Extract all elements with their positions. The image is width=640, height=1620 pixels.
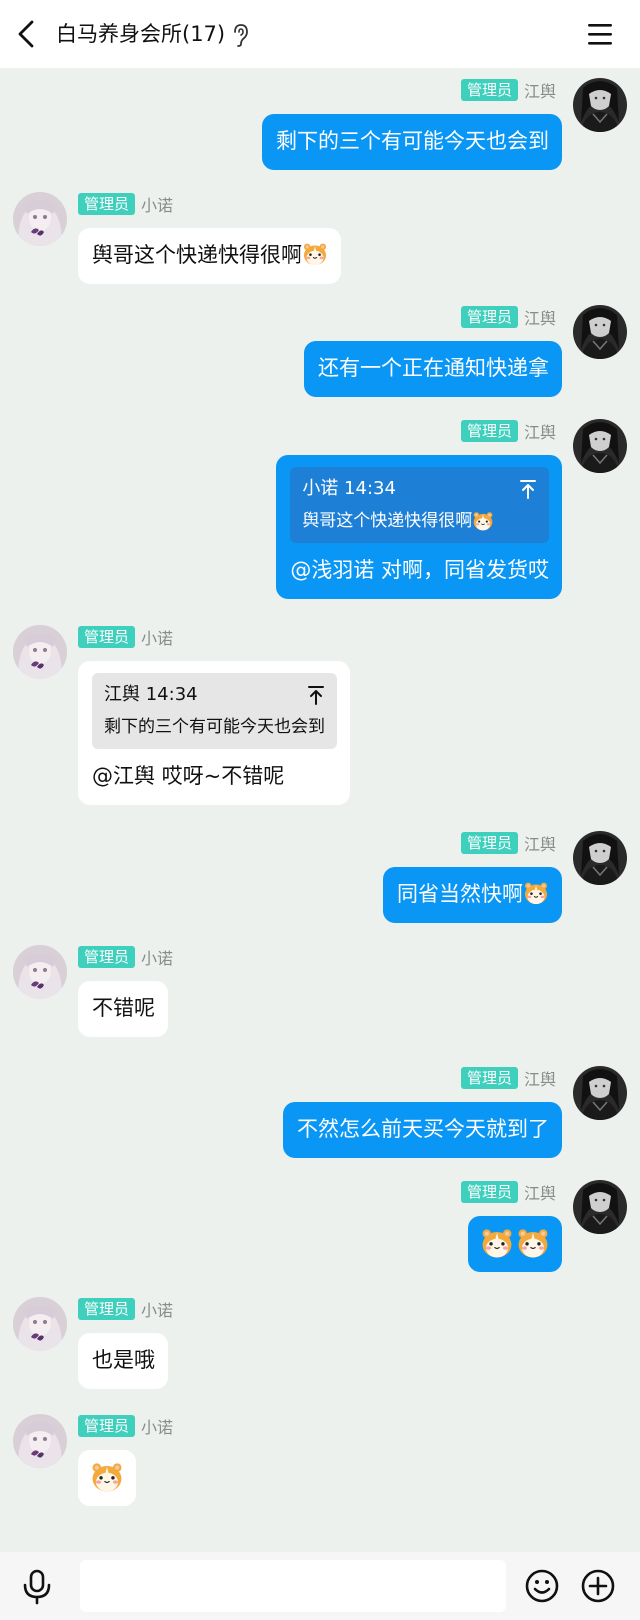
message-text: 舆哥这个快递快得很啊 (92, 243, 302, 267)
message-text: @浅羽诺 对啊，同省发货哎 (290, 558, 549, 582)
avatar[interactable] (13, 945, 67, 999)
back-button[interactable] (10, 16, 46, 52)
message-meta: 管理员 小诺 (78, 1414, 173, 1438)
quote-author: 小诺 (302, 478, 339, 499)
sender-name: 江舆 (523, 1184, 556, 1203)
admin-badge: 管理员 (78, 946, 136, 968)
quote-time: 14:34 (344, 478, 396, 499)
message-bubble[interactable]: 还有一个正在通知快递拿 (304, 341, 562, 397)
emoji-button[interactable] (524, 1568, 560, 1604)
message-meta: 管理员 江舆 (460, 831, 556, 855)
hamster-emoji-icon (90, 1460, 124, 1494)
quoted-message[interactable]: 小诺 14:34 舆哥这个快递快得很啊 (290, 467, 549, 543)
sender-name: 江舆 (523, 423, 556, 442)
smiley-icon (525, 1569, 559, 1603)
quote-text: 舆哥这个快递快得很啊 (302, 511, 473, 531)
back-arrow-icon (18, 20, 34, 48)
hamster-emoji-icon (523, 880, 549, 906)
message-bubble[interactable]: 舆哥这个快递快得很啊 (78, 228, 341, 284)
sender-name: 江舆 (523, 309, 556, 328)
avatar[interactable] (573, 831, 627, 885)
message-meta: 管理员 小诺 (78, 625, 173, 649)
message-text: 不错呢 (92, 996, 155, 1020)
sender-name: 小诺 (141, 1418, 174, 1437)
admin-badge: 管理员 (460, 832, 518, 854)
message-meta: 管理员 江舆 (460, 305, 556, 329)
sender-name: 江舆 (523, 1070, 556, 1089)
input-bar (0, 1552, 640, 1620)
hamster-emoji-icon (480, 1226, 514, 1260)
admin-badge: 管理员 (460, 420, 518, 442)
message-meta: 管理员 江舆 (460, 78, 556, 102)
sender-name: 江舆 (523, 82, 556, 101)
message-meta: 管理员 江舆 (460, 1180, 556, 1204)
chat-area[interactable]: 管理员 江舆 剩下的三个有可能今天也会到 管理员 小诺 舆哥这个快递快得很啊 管… (0, 68, 640, 1552)
admin-badge: 管理员 (460, 1181, 518, 1203)
message-bubble[interactable]: 小诺 14:34 舆哥这个快递快得很啊 @浅羽诺 对啊，同省发货哎 (276, 455, 562, 599)
quoted-message[interactable]: 江舆 14:34 剩下的三个有可能今天也会到 (92, 673, 337, 749)
message-meta: 管理员 江舆 (460, 1066, 556, 1090)
hamster-emoji-icon (472, 510, 494, 532)
admin-badge: 管理员 (78, 193, 136, 215)
top-bar: 白马养身会所(17) (0, 0, 640, 68)
quote-time: 14:34 (145, 684, 198, 705)
menu-button[interactable] (584, 18, 616, 50)
message-bubble[interactable] (78, 1450, 136, 1506)
message-bubble[interactable]: 不然怎么前天买今天就到了 (283, 1102, 562, 1158)
sender-name: 小诺 (141, 949, 174, 968)
quote-author: 江舆 (104, 684, 140, 705)
more-button[interactable] (580, 1568, 616, 1604)
sender-name: 小诺 (141, 629, 174, 648)
message-bubble[interactable] (468, 1216, 562, 1272)
chat-title: 白马养身会所(17) (56, 22, 226, 46)
message-meta: 管理员 小诺 (78, 945, 173, 969)
jump-to-top-icon[interactable] (519, 479, 537, 499)
avatar[interactable] (13, 1414, 67, 1468)
sender-name: 江舆 (523, 835, 556, 854)
voice-button[interactable] (20, 1568, 54, 1606)
message-bubble[interactable]: 不错呢 (78, 981, 168, 1037)
admin-badge: 管理员 (460, 79, 518, 101)
menu-icon (588, 24, 612, 45)
message-bubble[interactable]: 剩下的三个有可能今天也会到 (262, 114, 562, 170)
quote-text: 剩下的三个有可能今天也会到 (104, 717, 325, 737)
admin-badge: 管理员 (78, 1298, 136, 1320)
message-bubble[interactable]: 同省当然快啊 (383, 867, 562, 923)
message-meta: 管理员 小诺 (78, 1297, 173, 1321)
avatar[interactable] (573, 1066, 627, 1120)
message-meta: 管理员 江舆 (460, 419, 556, 443)
admin-badge: 管理员 (78, 1415, 136, 1437)
sender-name: 小诺 (141, 1301, 174, 1320)
avatar[interactable] (573, 78, 627, 132)
message-input[interactable] (80, 1560, 506, 1612)
avatar[interactable] (13, 192, 67, 246)
message-text: @江舆 哎呀~不错呢 (92, 764, 285, 788)
avatar[interactable] (13, 625, 67, 679)
message-text: 剩下的三个有可能今天也会到 (276, 129, 549, 153)
admin-badge: 管理员 (78, 626, 136, 648)
message-meta: 管理员 小诺 (78, 192, 173, 216)
hamster-emoji-icon (516, 1226, 550, 1260)
microphone-icon (23, 1569, 51, 1605)
avatar[interactable] (573, 305, 627, 359)
avatar[interactable] (13, 1297, 67, 1351)
message-text: 还有一个正在通知快递拿 (318, 356, 549, 380)
admin-badge: 管理员 (460, 1067, 518, 1089)
plus-circle-icon (581, 1569, 615, 1603)
hamster-emoji-icon (302, 241, 328, 267)
message-text: 同省当然快啊 (397, 882, 523, 906)
message-bubble[interactable]: 江舆 14:34 剩下的三个有可能今天也会到 @江舆 哎呀~不错呢 (78, 661, 350, 805)
message-bubble[interactable]: 也是哦 (78, 1333, 168, 1389)
message-text: 不然怎么前天买今天就到了 (297, 1117, 549, 1141)
admin-badge: 管理员 (460, 306, 518, 328)
jump-to-top-icon[interactable] (307, 685, 325, 705)
ear-icon (234, 24, 248, 47)
sender-name: 小诺 (141, 196, 174, 215)
avatar[interactable] (573, 419, 627, 473)
message-text: 也是哦 (92, 1348, 155, 1372)
avatar[interactable] (573, 1180, 627, 1234)
